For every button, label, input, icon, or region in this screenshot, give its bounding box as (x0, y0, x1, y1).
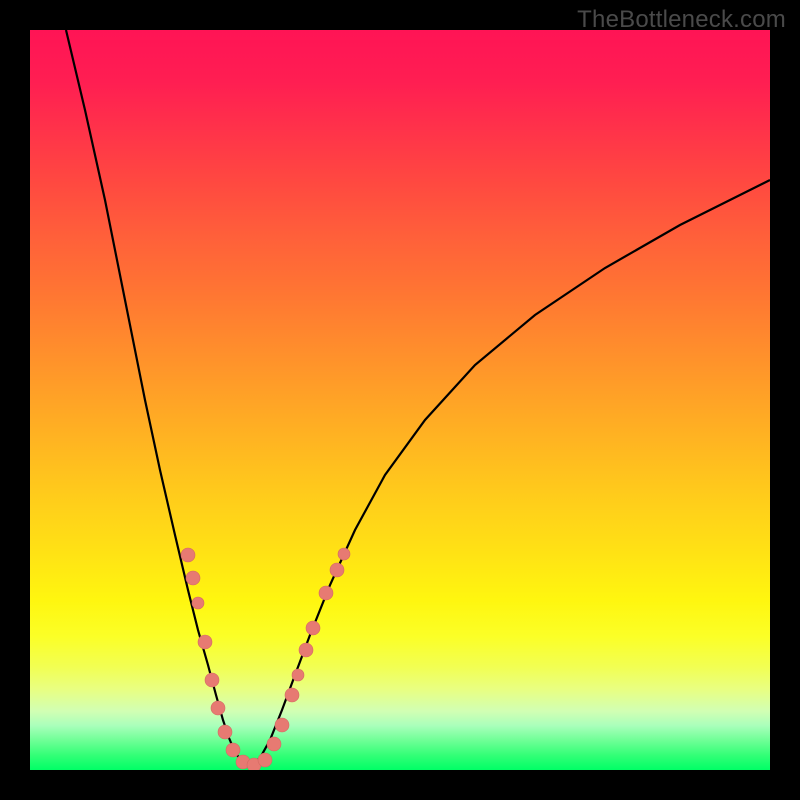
chart-svg (30, 30, 770, 770)
scatter-dot (338, 548, 350, 560)
scatter-dot (258, 753, 272, 767)
scatter-dot (292, 669, 304, 681)
scatter-dot (205, 673, 219, 687)
scatter-dot (285, 688, 299, 702)
scatter-dot (306, 621, 320, 635)
scatter-dot (186, 571, 200, 585)
scatter-dot (218, 725, 232, 739)
scatter-dot (226, 743, 240, 757)
scatter-dot (319, 586, 333, 600)
scatter-dot (181, 548, 195, 562)
scatter-dot (211, 701, 225, 715)
right-curve-line (250, 180, 770, 767)
scatter-dot (192, 597, 204, 609)
left-curve-line (66, 30, 250, 767)
scatter-dot (299, 643, 313, 657)
chart-plot-area (30, 30, 770, 770)
scatter-dot (275, 718, 289, 732)
watermark-text: TheBottleneck.com (577, 6, 786, 34)
scatter-dot (267, 737, 281, 751)
scatter-dot (330, 563, 344, 577)
scatter-dot (198, 635, 212, 649)
